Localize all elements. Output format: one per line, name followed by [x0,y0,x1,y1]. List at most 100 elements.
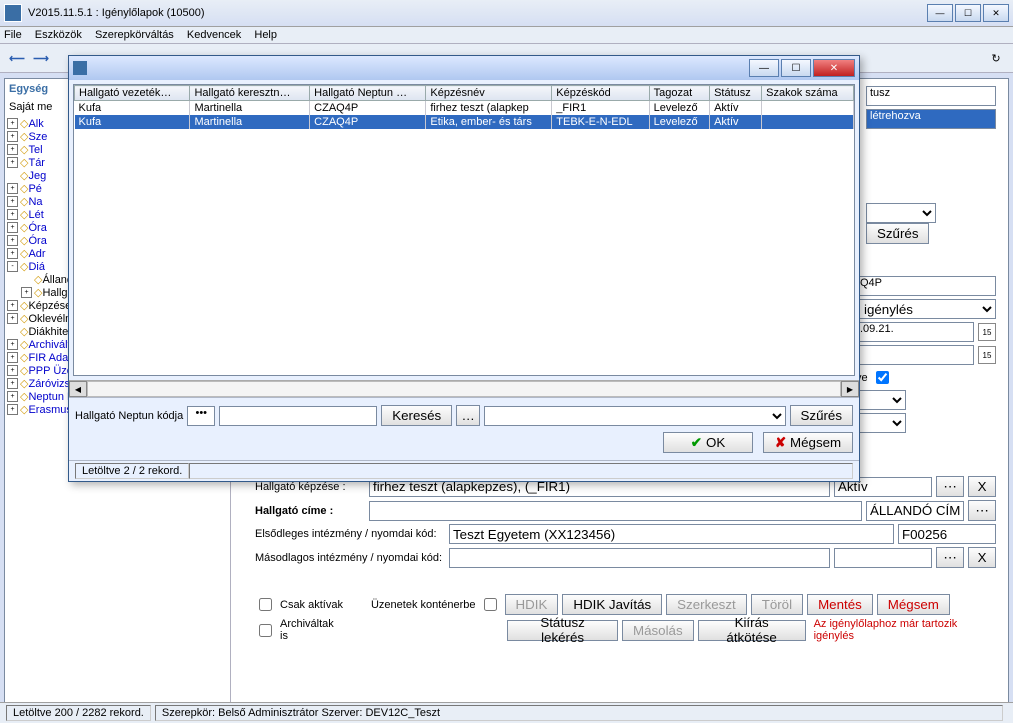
dialog-minimize[interactable]: — [749,59,779,77]
statusz-lekeres-button[interactable]: Státusz lekérés [507,620,618,641]
ok-button[interactable]: ✔OK [663,432,753,453]
close-button[interactable]: ✕ [983,4,1009,22]
back-button[interactable]: ⟵ [6,47,28,69]
expand-icon[interactable]: + [7,300,18,311]
filter-button[interactable]: Szűrés [866,223,929,244]
expand-icon[interactable]: + [21,287,32,298]
scroll-left-icon[interactable]: ◀ [69,381,87,397]
expand-icon[interactable]: + [7,144,18,155]
filter-select[interactable] [866,203,936,223]
tree-label[interactable]: Sze [28,131,47,143]
expand-icon[interactable]: + [7,235,18,246]
results-grid[interactable]: Hallgató vezeték…Hallgató keresztn…Hallg… [73,84,855,376]
tree-label[interactable]: Jeg [28,170,46,182]
small-select-2[interactable] [856,413,906,433]
menu-file[interactable]: File [4,29,22,41]
neptun-code-input[interactable] [219,406,377,426]
cime-field[interactable] [369,501,862,521]
browse-button[interactable]: … [456,405,480,426]
kepzese-clear[interactable]: X [968,476,996,497]
archivaltak-checkbox[interactable] [259,624,272,637]
maximize-button[interactable]: ☐ [955,4,981,22]
hdik-javitas-button[interactable]: HDIK Javítás [562,594,662,615]
scroll-right-icon[interactable]: ▶ [841,381,859,397]
expand-icon[interactable]: + [7,365,18,376]
calendar-icon[interactable]: 15 [978,323,996,341]
folder-icon: ◇ [20,117,28,130]
expand-icon[interactable]: + [7,404,18,415]
column-header[interactable]: Hallgató vezeték… [75,86,190,101]
expand-icon[interactable]: + [7,378,18,389]
minimize-button[interactable]: — [927,4,953,22]
expand-icon[interactable]: + [7,248,18,259]
column-header[interactable]: Hallgató Neptun … [310,86,426,101]
column-header[interactable]: Hallgató keresztn… [190,86,310,101]
cime-browse[interactable]: ⋯ [968,500,996,521]
elsodleges-field[interactable] [449,524,894,544]
forward-button[interactable]: ⟶ [30,47,52,69]
tree-label[interactable]: Lét [28,209,43,221]
expand-icon[interactable]: + [7,183,18,194]
expand-icon[interactable]: + [7,352,18,363]
tree-label[interactable]: Pé [28,183,41,195]
tree-label[interactable]: Diá [28,261,45,273]
dialog-maximize[interactable]: ☐ [781,59,811,77]
expand-icon[interactable]: + [7,339,18,350]
search-button[interactable]: Keresés [381,405,452,426]
tree-label[interactable]: Tel [28,144,42,156]
dialog-close[interactable]: ✕ [813,59,855,77]
table-row[interactable]: KufaMartinellaCZAQ4PEtika, ember- és tár… [75,115,854,129]
calendar-icon-2[interactable]: 15 [978,346,996,364]
expand-icon[interactable]: + [7,209,18,220]
role-server: Szerepkör: Belső Adminisztrátor Szerver:… [155,705,1003,721]
masodlagos-field[interactable] [449,548,830,568]
expand-icon[interactable]: + [7,196,18,207]
menu-tools[interactable]: Eszközök [35,29,82,41]
column-header[interactable]: Tagozat [649,86,709,101]
mentes-button[interactable]: Mentés [807,594,873,615]
column-header[interactable]: Képzésnév [426,86,552,101]
refresh-icon[interactable]: ↻ [985,47,1007,69]
check-icon: ✔ [691,435,702,451]
tree-label[interactable]: Na [28,196,42,208]
status-header: tusz [866,86,996,106]
masolas-button: Másolás [622,620,694,641]
csak-aktivak-checkbox[interactable] [259,598,272,611]
tree-label[interactable]: Alk [28,118,43,130]
tree-label[interactable]: Adr [28,248,45,260]
masodlagos-clear[interactable]: X [968,547,996,568]
tree-label[interactable]: Óra [28,235,46,247]
search-mode-icon[interactable]: ••• [187,406,215,426]
expand-icon[interactable]: + [7,131,18,142]
column-header[interactable]: Szakok száma [762,86,854,101]
column-header[interactable]: Státusz [710,86,762,101]
masodlagos-browse[interactable]: ⋯ [936,547,964,568]
menu-help[interactable]: Help [254,29,277,41]
tree-label[interactable]: Óra [28,222,46,234]
expand-icon[interactable]: + [7,391,18,402]
small-select-1[interactable] [856,390,906,410]
expand-icon[interactable]: + [7,313,18,324]
dialog-filter-button[interactable]: Szűrés [790,405,853,426]
filter-select-dialog[interactable] [484,406,785,426]
expand-icon[interactable]: - [7,261,18,272]
cancel-button[interactable]: ✘Mégsem [763,432,853,453]
igenyles-select[interactable]: igénylés [856,299,996,319]
megsem-button[interactable]: Mégsem [877,594,950,615]
menu-roles[interactable]: Szerepkörváltás [95,29,174,41]
folder-icon: ◇ [20,208,28,221]
expand-icon[interactable]: + [7,222,18,233]
hdik-button: HDIK [505,594,559,615]
menu-favorites[interactable]: Kedvencek [187,29,241,41]
tree-label[interactable]: Tár [28,157,45,169]
column-header[interactable]: Képzéskód [552,86,649,101]
expand-icon[interactable]: + [7,157,18,168]
folder-icon: ◇ [20,377,28,390]
kepzese-browse[interactable]: ⋯ [936,476,964,497]
table-row[interactable]: KufaMartinellaCZAQ4Pfirhez teszt (alapke… [75,101,854,116]
ve-checkbox[interactable] [876,371,889,384]
expand-icon[interactable]: + [7,118,18,129]
grid-hscroll[interactable]: ◀ ▶ [69,380,859,397]
kiiras-button[interactable]: Kiírás átkötése [698,620,806,641]
uzenetek-checkbox[interactable] [484,598,497,611]
